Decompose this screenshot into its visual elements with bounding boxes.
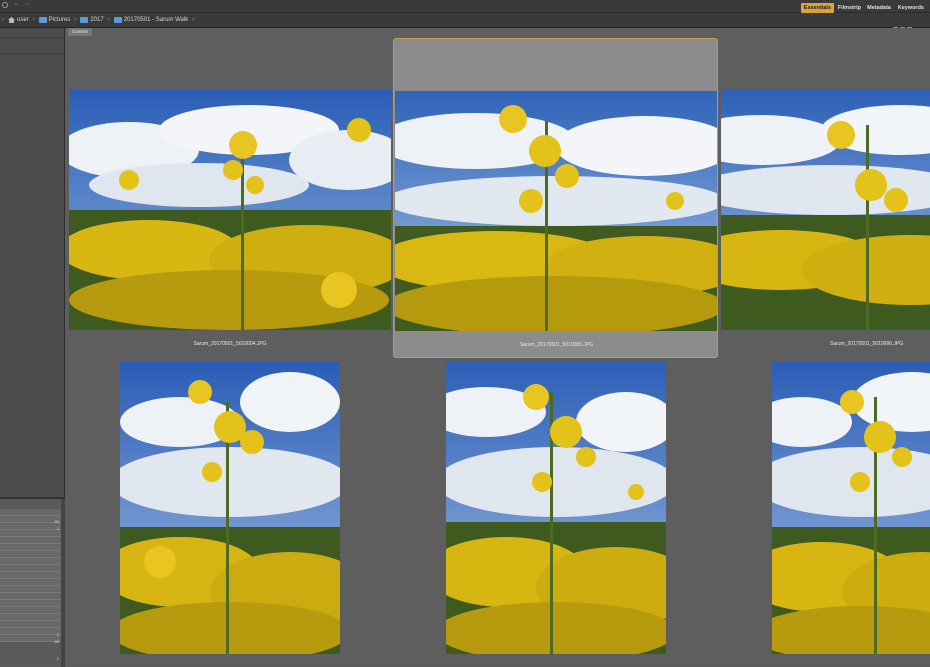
metadata-row: [0, 586, 61, 593]
thumbnail-filename: Sarum_20170501_5010004.JPG: [193, 341, 267, 347]
breadcrumb-item-sarum-walk[interactable]: 20170501 - Sarum Walk: [113, 17, 188, 23]
panel-header[interactable]: [0, 28, 64, 38]
metadata-row: [0, 551, 61, 558]
metadata-value: 80: [54, 519, 59, 524]
chevron-right-icon: ›: [32, 17, 35, 23]
thumbnail-image[interactable]: [120, 362, 340, 654]
metadata-row: [0, 530, 61, 537]
folder-icon: [80, 17, 89, 23]
tab-content[interactable]: Content: [68, 28, 92, 36]
divider: [0, 53, 64, 54]
metadata-row: [0, 621, 61, 628]
folder-icon: [38, 17, 47, 23]
thumbnail-filename: Sarum_20170501_5010005.JPG: [519, 342, 594, 348]
metadata-row: [0, 628, 61, 635]
metadata-row: [0, 600, 61, 607]
metadata-row: [0, 579, 61, 586]
thumbnail-image[interactable]: [395, 91, 717, 331]
thumbnail-image[interactable]: [772, 362, 930, 654]
rapeseed-photo: [120, 362, 340, 654]
rapeseed-photo: [772, 362, 930, 654]
metadata-panel: 80 1 1 80 1: [0, 497, 65, 667]
metadata-row: [0, 635, 61, 642]
workspace-essentials[interactable]: Essentials: [800, 3, 834, 13]
rapeseed-photo: [446, 362, 666, 654]
window-title-bar: ← → Essentials Filmstrip Metadata Keywor…: [0, 0, 930, 13]
chevron-right-icon: ›: [107, 17, 110, 23]
breadcrumb-item-user[interactable]: user: [8, 17, 29, 23]
metadata-value: 1: [56, 656, 59, 661]
chevron-right-icon: ›: [2, 17, 4, 23]
metadata-row: [0, 537, 61, 544]
metadata-value: 80: [54, 639, 59, 644]
thumbnail-image[interactable]: [721, 90, 930, 330]
thumbnail-filename: Sarum_20170501_5010006.JPG: [830, 341, 904, 347]
rapeseed-photo: [69, 90, 391, 330]
metadata-row: [0, 614, 61, 621]
metadata-row: [0, 607, 61, 614]
metadata-row: [0, 516, 61, 523]
chevron-right-icon: ›: [192, 17, 195, 23]
thumbnail-cell[interactable]: Sarum_20170501_5010006.JPG: [720, 38, 930, 356]
metadata-header: [0, 499, 65, 509]
back-arrow-icon[interactable]: ←: [14, 1, 20, 7]
metadata-value: 1: [56, 632, 59, 637]
thumbnail-cell[interactable]: [446, 362, 666, 665]
workspace-metadata[interactable]: Metadata: [864, 3, 894, 13]
chevron-right-icon: ›: [74, 17, 77, 23]
breadcrumb-item-pictures[interactable]: Pictures: [38, 17, 70, 23]
thumbnail-cell[interactable]: Sarum_20170501_5010004.JPG: [68, 38, 392, 356]
metadata-row: [0, 523, 61, 530]
metadata-value: 1: [56, 526, 59, 531]
metadata-row: [0, 572, 61, 579]
metadata-row: [0, 565, 61, 572]
window-control-icon[interactable]: [2, 2, 8, 8]
metadata-row: [0, 558, 61, 565]
breadcrumb: › user › Pictures › 2017 › 20170501 - Sa…: [0, 13, 930, 32]
metadata-row: [0, 593, 61, 600]
thumbnail-cell-selected[interactable]: Sarum_20170501_5010005.JPG: [393, 38, 718, 358]
forward-arrow-icon[interactable]: →: [24, 1, 30, 7]
metadata-row: [0, 544, 61, 551]
thumbnail-cell[interactable]: [772, 362, 930, 665]
folder-icon: [113, 17, 122, 23]
breadcrumb-item-2017[interactable]: 2017: [80, 17, 104, 23]
home-icon: [8, 17, 15, 23]
metadata-row: [0, 509, 61, 516]
workspace-keywords[interactable]: Keywords: [895, 3, 927, 13]
thumbnail-cell[interactable]: [120, 362, 340, 665]
rapeseed-photo: [395, 91, 717, 331]
rapeseed-photo: [721, 90, 930, 330]
thumbnail-image[interactable]: [69, 90, 391, 330]
thumbnail-image[interactable]: [446, 362, 666, 654]
workspace-filmstrip[interactable]: Filmstrip: [835, 3, 864, 13]
